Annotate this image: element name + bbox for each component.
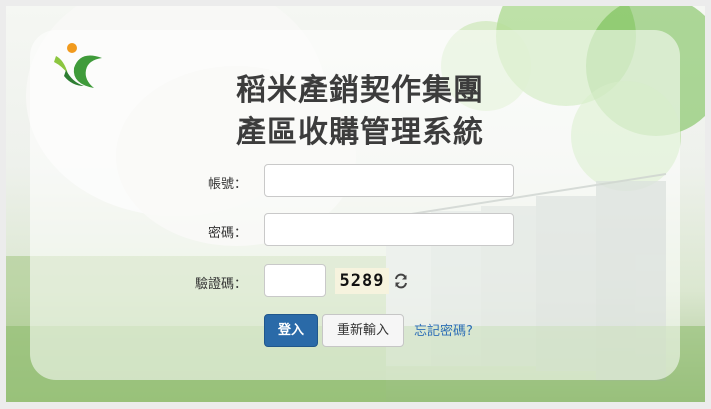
forgot-password-link[interactable]: 忘記密碼? xyxy=(414,320,473,339)
company-logo xyxy=(50,40,106,92)
password-label: 密碼： xyxy=(208,226,248,241)
account-input[interactable] xyxy=(264,164,514,197)
refresh-captcha-icon[interactable] xyxy=(393,273,409,289)
account-label: 帳號： xyxy=(208,177,248,192)
page-title-line-2: 產區收購管理系統 xyxy=(236,115,484,150)
login-page: 稻米產銷契作集團 產區收購管理系統 帳號： 密碼： 驗證碼： 5289 登入 重… xyxy=(0,0,711,409)
password-input[interactable] xyxy=(264,213,514,246)
page-title-line-1: 稻米產銷契作集團 xyxy=(236,73,484,108)
captcha-input[interactable] xyxy=(264,264,326,297)
login-button[interactable]: 登入 xyxy=(264,314,318,347)
reset-button[interactable]: 重新輸入 xyxy=(322,314,404,347)
captcha-label: 驗證碼： xyxy=(195,277,248,292)
captcha-image: 5289 xyxy=(335,268,389,294)
